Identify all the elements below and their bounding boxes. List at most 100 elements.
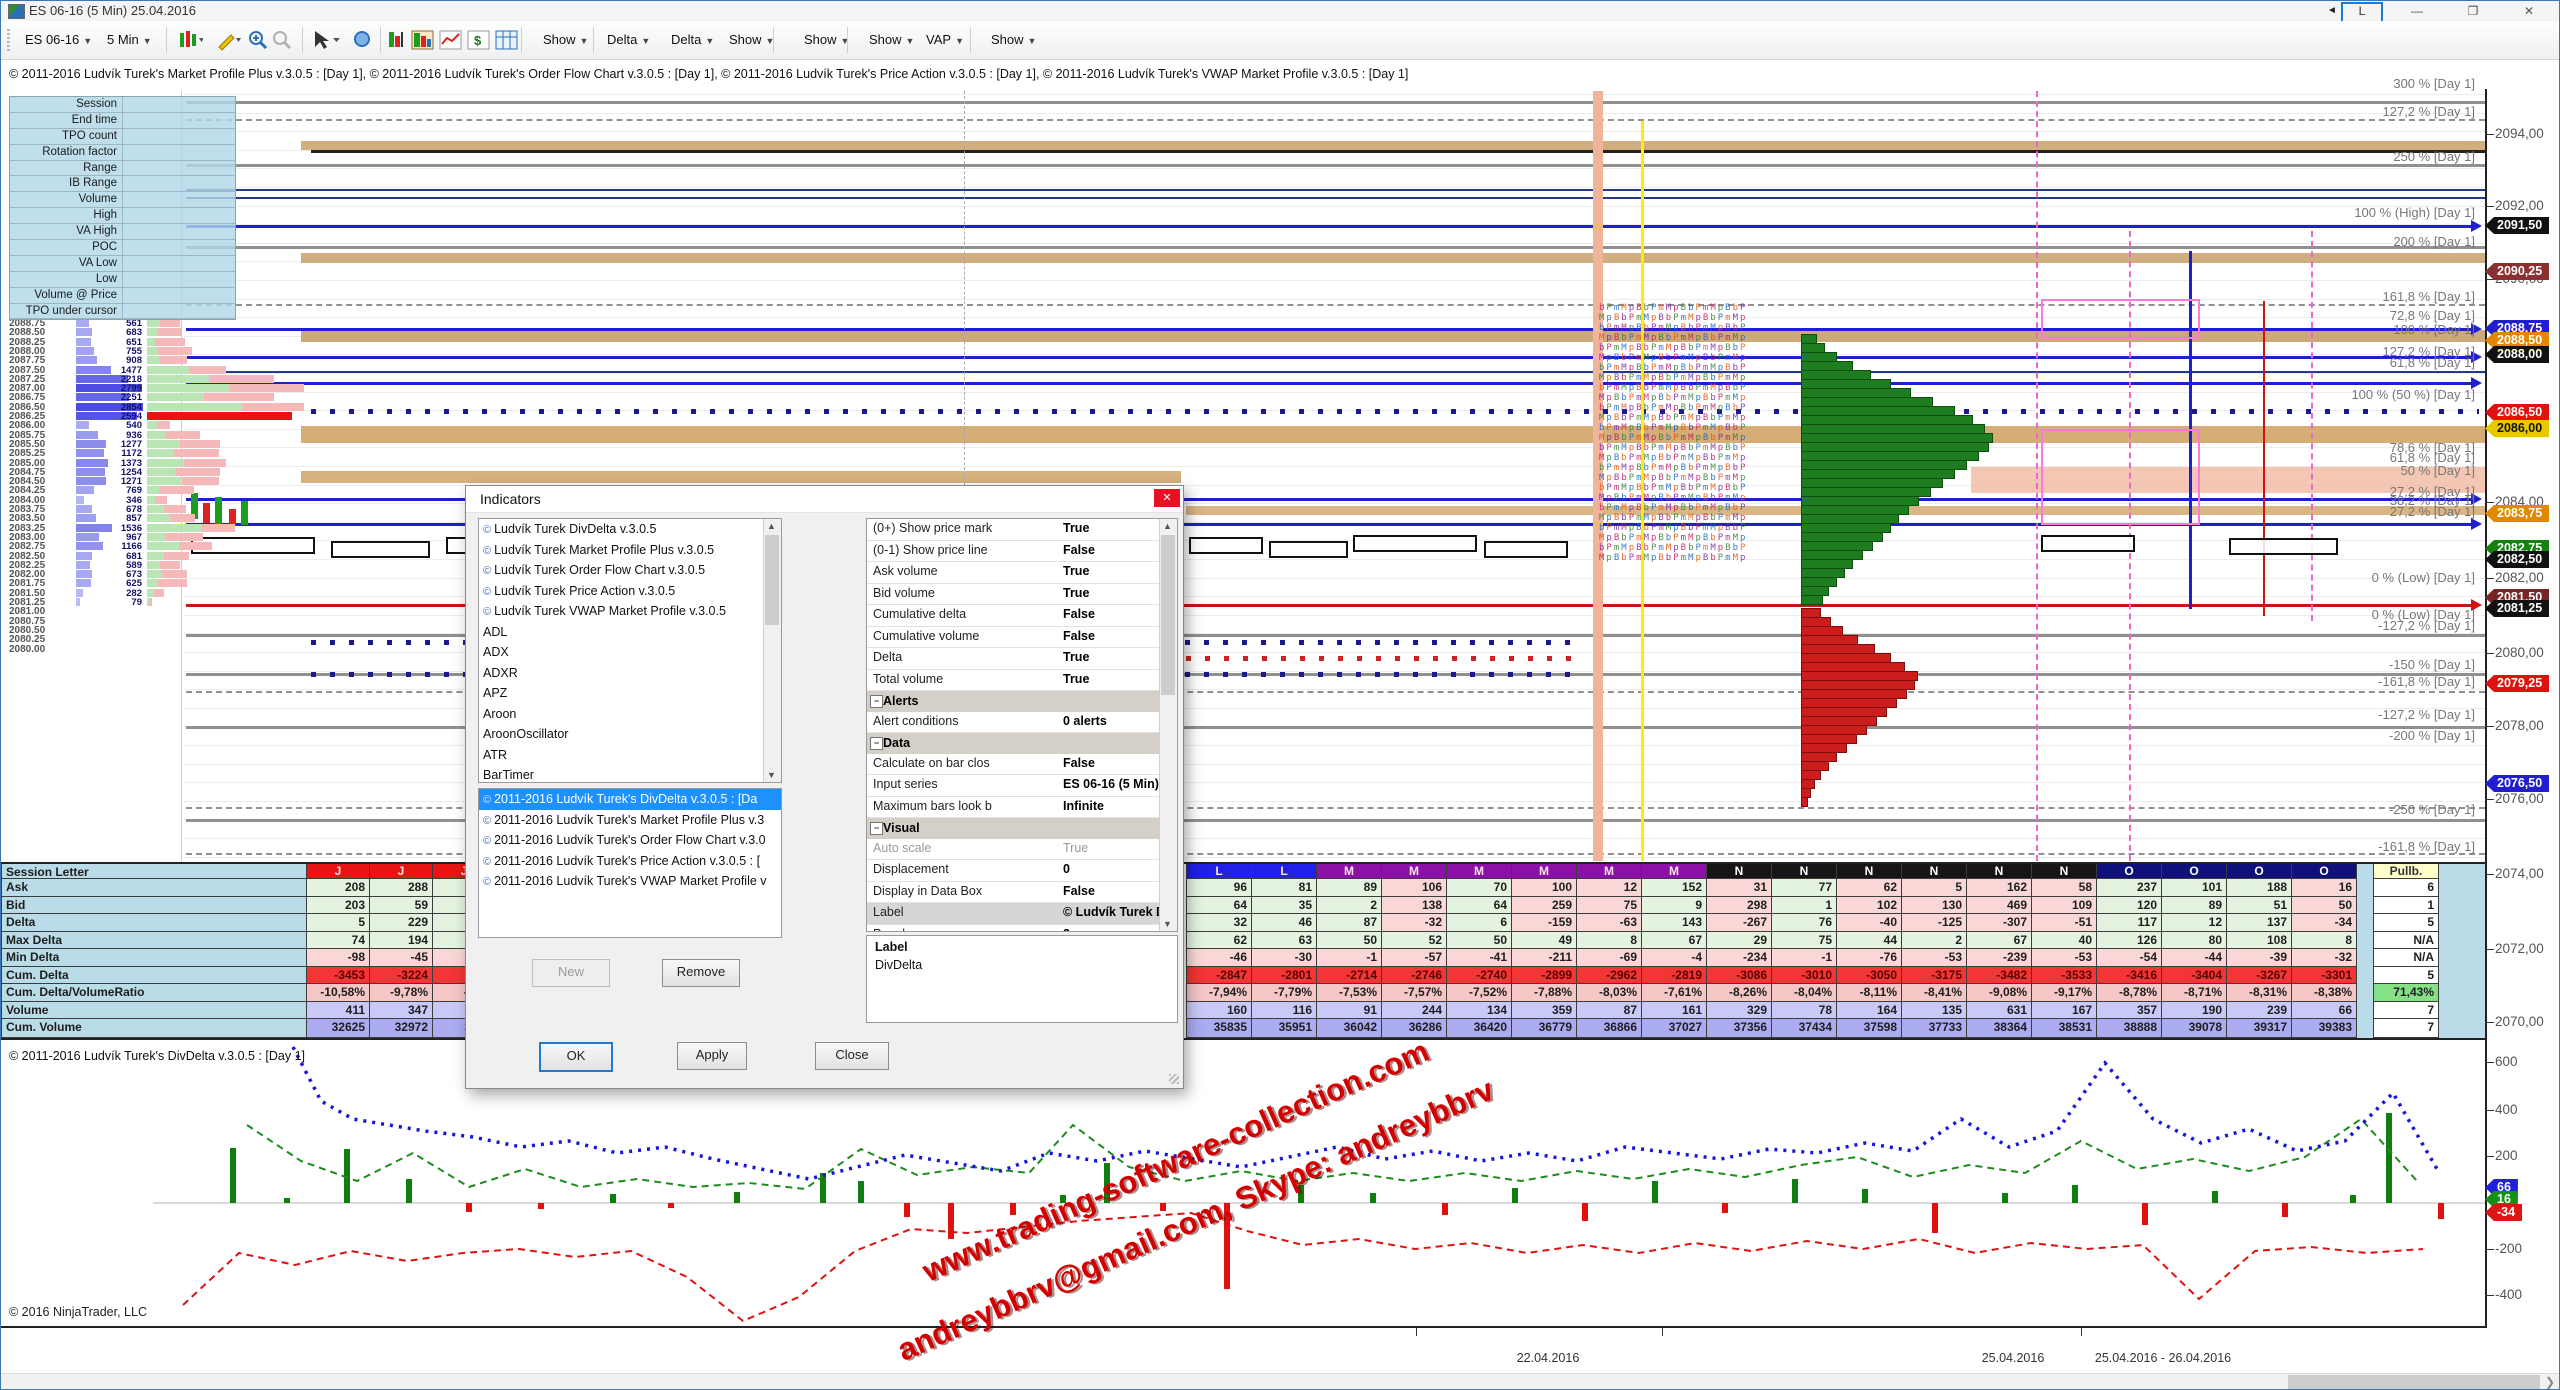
- property-row[interactable]: DeltaTrue: [867, 648, 1177, 670]
- property-row[interactable]: (0-1) Show price lineFalse: [867, 541, 1177, 563]
- maximize-button[interactable]: ❐: [2451, 1, 2495, 21]
- cursor-tool-button[interactable]: [309, 29, 343, 54]
- grid-tool-icon[interactable]: [495, 29, 519, 54]
- configured-indicators-list[interactable]: ©2011-2016 Ludvík Turek's DivDelta v.3.0…: [478, 788, 782, 938]
- scroll-down-icon[interactable]: ▼: [767, 770, 776, 780]
- scroll-down-icon[interactable]: ▼: [1163, 919, 1172, 929]
- resize-grip[interactable]: [1169, 1074, 1179, 1084]
- data-box-icon[interactable]: [351, 29, 373, 54]
- scrollbar-thumb[interactable]: [1161, 535, 1175, 695]
- close-dialog-button[interactable]: Close: [815, 1042, 889, 1070]
- menu-vap[interactable]: VAP▼: [922, 28, 968, 52]
- available-indicator-item[interactable]: ©Ludvík Turek DivDelta v.3.0.5: [479, 519, 781, 540]
- dialog-titlebar[interactable]: Indicators: [466, 486, 1183, 513]
- properties-grid[interactable]: (0+) Show price markTrue(0-1) Show price…: [866, 518, 1178, 932]
- collapse-icon[interactable]: −: [870, 822, 883, 835]
- dollar-tool-icon[interactable]: $: [467, 29, 491, 54]
- menu-delta[interactable]: Delta▼: [667, 28, 718, 52]
- property-value[interactable]: False: [1063, 607, 1159, 621]
- properties-scrollbar[interactable]: ▲▼: [1159, 519, 1177, 931]
- dialog-close-button[interactable]: ✕: [1154, 489, 1180, 507]
- configured-indicator-item[interactable]: ©2011-2016 Ludvík Turek's Market Profile…: [479, 810, 781, 831]
- scroll-up-icon[interactable]: ▲: [1163, 521, 1172, 531]
- configured-indicator-item[interactable]: ©2011-2016 Ludvík Turek's VWAP Market Pr…: [479, 871, 781, 892]
- property-value[interactable]: True: [1063, 650, 1159, 664]
- property-value[interactable]: 0 alerts: [1063, 714, 1159, 728]
- property-value[interactable]: Infinite: [1063, 799, 1159, 813]
- available-indicator-item[interactable]: AroonOscillator: [479, 724, 781, 745]
- property-row[interactable]: Displacement0: [867, 860, 1177, 882]
- property-section[interactable]: −Alerts: [867, 691, 1177, 712]
- property-value[interactable]: 2: [1063, 927, 1159, 933]
- zoom-out-icon[interactable]: [271, 29, 293, 54]
- menu-show[interactable]: Show▼: [987, 28, 1040, 52]
- horizontal-scrollbar[interactable]: ❯: [1, 1373, 2560, 1390]
- property-value[interactable]: True: [1063, 521, 1159, 535]
- menu-show[interactable]: Show▼: [865, 28, 918, 52]
- volume-histogram-tool-icon[interactable]: [387, 29, 409, 54]
- remove-button[interactable]: Remove: [662, 959, 740, 987]
- collapse-icon[interactable]: −: [870, 737, 883, 750]
- menu-delta[interactable]: Delta▼: [603, 28, 654, 52]
- property-value[interactable]: False: [1063, 629, 1159, 643]
- chart-style-button[interactable]: [177, 29, 203, 54]
- instrument-selector[interactable]: ES 06-16▼: [21, 28, 96, 52]
- market-profile-tool-icon[interactable]: [411, 29, 435, 54]
- property-row[interactable]: Display in Data BoxFalse: [867, 882, 1177, 904]
- property-row[interactable]: Label© Ludvík Turek Div: [867, 903, 1177, 925]
- property-value[interactable]: True: [1063, 564, 1159, 578]
- menu-show[interactable]: Show▼: [800, 28, 853, 52]
- available-indicators-list[interactable]: ©Ludvík Turek DivDelta v.3.0.5©Ludvík Tu…: [478, 518, 782, 783]
- configured-indicator-item[interactable]: ©2011-2016 Ludvík Turek's Order Flow Cha…: [479, 830, 781, 851]
- scroll-right-arrow-icon[interactable]: ❯: [2545, 1375, 2555, 1389]
- property-row[interactable]: Panel2: [867, 925, 1177, 933]
- drawing-tools-button[interactable]: [215, 29, 241, 54]
- menu-show[interactable]: Show▼: [725, 28, 778, 52]
- available-indicator-item[interactable]: ©Ludvík Turek Price Action v.3.0.5: [479, 581, 781, 602]
- interval-selector[interactable]: 5 Min▼: [103, 28, 156, 52]
- available-indicator-item[interactable]: ADXR: [479, 663, 781, 684]
- property-section[interactable]: −Data: [867, 733, 1177, 754]
- property-value[interactable]: False: [1063, 756, 1159, 770]
- property-row[interactable]: Total volumeTrue: [867, 670, 1177, 692]
- property-row[interactable]: Input seriesES 06-16 (5 Min): [867, 775, 1177, 797]
- property-row[interactable]: (0+) Show price markTrue: [867, 519, 1177, 541]
- dock-arrow-icon[interactable]: ◄: [2327, 5, 2337, 16]
- property-row[interactable]: Ask volumeTrue: [867, 562, 1177, 584]
- available-indicator-item[interactable]: ©Ludvík Turek VWAP Market Profile v.3.0.…: [479, 601, 781, 622]
- available-indicator-item[interactable]: Aroon: [479, 704, 781, 725]
- property-value[interactable]: False: [1063, 543, 1159, 557]
- property-value[interactable]: True: [1063, 586, 1159, 600]
- available-indicator-item[interactable]: ATR: [479, 745, 781, 766]
- close-button[interactable]: ✕: [2507, 1, 2551, 21]
- configured-indicator-item[interactable]: ©2011-2016 Ludvík Turek's Price Action v…: [479, 851, 781, 872]
- available-indicator-item[interactable]: ADL: [479, 622, 781, 643]
- available-indicator-item[interactable]: ADX: [479, 642, 781, 663]
- property-row[interactable]: Maximum bars look bInfinite: [867, 797, 1177, 819]
- property-row[interactable]: Cumulative deltaFalse: [867, 605, 1177, 627]
- configured-indicator-item[interactable]: ©2011-2016 Ludvík Turek's DivDelta v.3.0…: [479, 789, 781, 810]
- available-indicator-item[interactable]: ©Ludvík Turek Market Profile Plus v.3.0.…: [479, 540, 781, 561]
- property-row[interactable]: Calculate on bar closFalse: [867, 754, 1177, 776]
- property-value[interactable]: 0: [1063, 862, 1159, 876]
- property-section[interactable]: −Visual: [867, 818, 1177, 839]
- property-row[interactable]: Cumulative volumeFalse: [867, 627, 1177, 649]
- property-value[interactable]: False: [1063, 884, 1159, 898]
- available-indicator-item[interactable]: APZ: [479, 683, 781, 704]
- menu-show[interactable]: Show▼: [539, 28, 592, 52]
- scrollbar-thumb[interactable]: [2288, 1375, 2540, 1390]
- property-row[interactable]: Auto scaleTrue: [867, 839, 1177, 861]
- new-button[interactable]: New: [532, 959, 610, 987]
- available-indicator-item[interactable]: ©Ludvík Turek Order Flow Chart v.3.0.5: [479, 560, 781, 581]
- link-button[interactable]: L: [2341, 2, 2383, 23]
- available-indicator-item[interactable]: BarTimer: [479, 765, 781, 783]
- property-row[interactable]: Alert conditions0 alerts: [867, 712, 1177, 734]
- zoom-in-icon[interactable]: [247, 29, 269, 54]
- property-row[interactable]: Bid volumeTrue: [867, 584, 1177, 606]
- collapse-icon[interactable]: −: [870, 695, 883, 708]
- property-value[interactable]: © Ludvík Turek Div: [1063, 905, 1159, 919]
- line-chart-tool-icon[interactable]: [439, 29, 463, 54]
- scrollbar-thumb[interactable]: [765, 535, 779, 625]
- property-value[interactable]: True: [1063, 841, 1159, 855]
- scroll-up-icon[interactable]: ▲: [767, 521, 776, 531]
